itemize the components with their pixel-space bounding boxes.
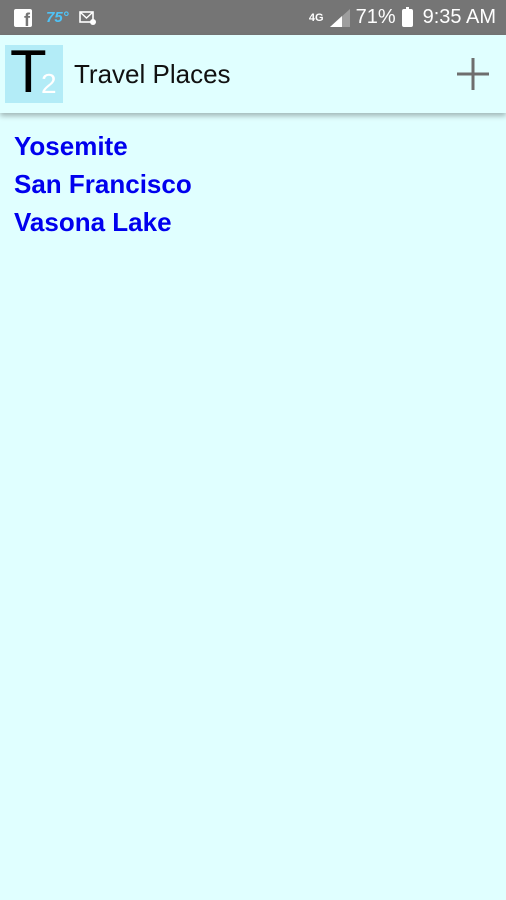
network-type: 4G <box>308 11 324 24</box>
status-bar: f 75° 4G 71% 9:35 AM <box>0 0 506 35</box>
places-list: Yosemite San Francisco Vasona Lake <box>0 113 506 241</box>
add-place-button[interactable] <box>456 57 490 91</box>
clock: 9:35 AM <box>422 6 496 28</box>
page-title: Travel Places <box>74 59 231 89</box>
app-logo: T 2 <box>5 45 63 103</box>
logo-subscript: 2 <box>41 68 57 99</box>
list-item[interactable]: San Francisco <box>14 165 506 203</box>
signal-icon <box>329 8 350 27</box>
list-item[interactable]: Yosemite <box>14 127 506 165</box>
app-bar: T 2 Travel Places <box>0 35 506 113</box>
plus-icon <box>457 58 489 90</box>
temperature: 75° <box>46 9 69 26</box>
battery-percent: 71% <box>355 6 396 28</box>
facebook-icon: f <box>14 8 32 29</box>
message-icon <box>78 10 96 25</box>
battery-charging-icon <box>401 6 413 27</box>
places-content: Yosemite San Francisco Vasona Lake <box>0 113 506 900</box>
list-item[interactable]: Vasona Lake <box>14 203 506 241</box>
